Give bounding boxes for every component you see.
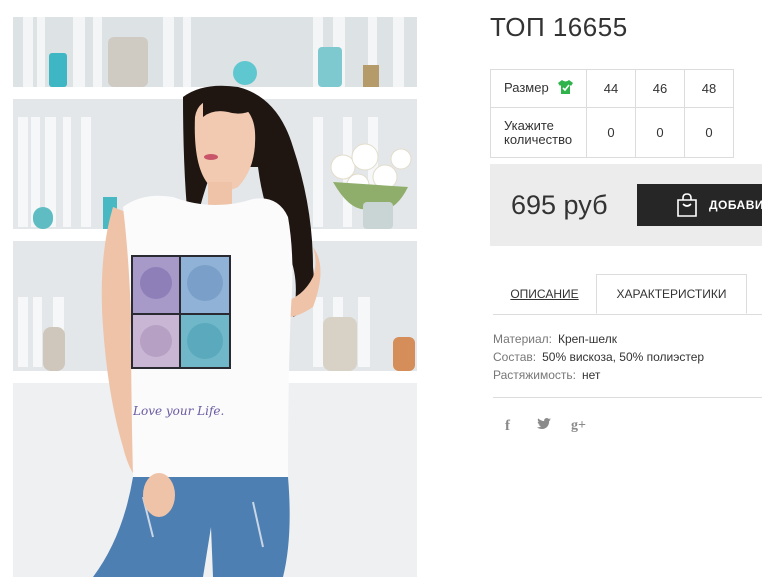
spec-value: Креп-шелк bbox=[557, 332, 617, 346]
spec-key: Состав: bbox=[493, 350, 537, 364]
add-to-cart-label: ДОБАВИТ bbox=[709, 198, 762, 212]
size-label: Размер bbox=[504, 79, 549, 95]
spec-value: 50% вискоза, 50% полиэстер bbox=[542, 350, 705, 364]
tab-characteristics[interactable]: ХАРАКТЕРИСТИКИ bbox=[596, 274, 747, 314]
size-44[interactable]: 44 bbox=[586, 69, 636, 108]
product-title: ТОП 16655 bbox=[490, 12, 628, 42]
spec-value: нет bbox=[582, 368, 601, 382]
product-price: 695 руб bbox=[511, 190, 608, 220]
spec-row-stretch: Растяжимость: нет bbox=[493, 366, 704, 384]
google-plus-icon[interactable]: g+ bbox=[571, 418, 586, 434]
size-48[interactable]: 48 bbox=[684, 69, 734, 108]
shopping-bag-icon bbox=[675, 193, 699, 220]
quantity-label-line1: Укажите bbox=[504, 117, 554, 133]
divider bbox=[493, 397, 762, 398]
quantity-row: Укажите количество 0 0 0 bbox=[490, 107, 734, 158]
product-photo[interactable]: Love your Life. bbox=[13, 17, 417, 577]
spec-row-composition: Состав: 50% вискоза, 50% полиэстер bbox=[493, 348, 704, 366]
spec-row-material: Материал: Креп-шелк bbox=[493, 330, 704, 348]
quantity-label-line2: количество bbox=[504, 131, 573, 147]
spec-key: Материал: bbox=[493, 332, 552, 346]
size-46[interactable]: 46 bbox=[635, 69, 685, 108]
quantity-input-48[interactable]: 0 bbox=[684, 107, 734, 158]
size-label-cell: Размер bbox=[490, 69, 587, 108]
size-row: Размер 44 46 48 bbox=[490, 69, 734, 108]
size-chart-shirt-icon[interactable] bbox=[558, 80, 574, 97]
quantity-input-44[interactable]: 0 bbox=[586, 107, 636, 158]
quantity-label-cell: Укажите количество bbox=[490, 107, 587, 158]
spec-key: Растяжимость: bbox=[493, 368, 577, 382]
facebook-icon[interactable]: f bbox=[505, 418, 510, 435]
price-box: 695 руб ДОБАВИТ bbox=[490, 164, 762, 246]
add-to-cart-button[interactable]: ДОБАВИТ bbox=[637, 184, 762, 226]
tab-description[interactable]: ОПИСАНИЕ bbox=[493, 274, 596, 314]
quantity-input-46[interactable]: 0 bbox=[635, 107, 685, 158]
size-quantity-table: Размер 44 46 48 Укажите количество 0 0 0 bbox=[490, 69, 734, 158]
tabs-divider bbox=[493, 314, 762, 315]
twitter-icon[interactable] bbox=[537, 418, 551, 433]
photo-print-text: Love your Life. bbox=[132, 404, 224, 418]
characteristics-list: Материал: Креп-шелк Состав: 50% вискоза, 5… bbox=[493, 330, 704, 384]
product-tabs: ОПИСАНИЕ ХАРАКТЕРИСТИКИ bbox=[493, 274, 762, 315]
